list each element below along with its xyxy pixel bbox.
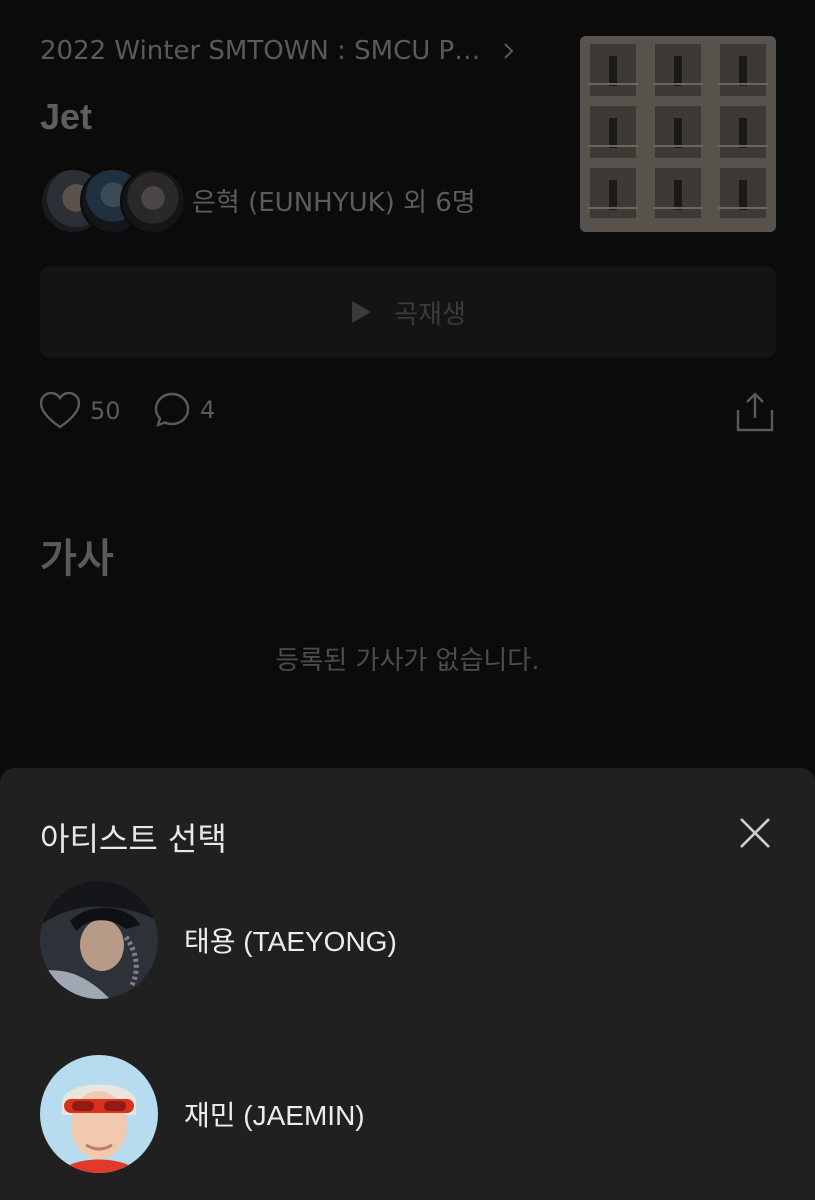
artist-avatar [40, 1055, 158, 1173]
play-button-label: 곡재생 [394, 299, 466, 330]
share-icon[interactable] [736, 392, 774, 432]
like-button[interactable]: 50 [40, 392, 121, 430]
comment-button[interactable]: 4 [154, 392, 215, 428]
album-title: 2022 Winter SMTOWN : SMCU P… [40, 36, 481, 66]
no-lyrics-message: 등록된 가사가 없습니다. [275, 646, 540, 676]
artist-list-item[interactable]: 태용 (TAEYONG) [40, 880, 775, 1000]
lyrics-section-title: 가사 [40, 536, 114, 582]
heart-icon [40, 392, 80, 429]
artist-list-item[interactable]: 재민 (JAEMIN) [40, 1054, 775, 1174]
song-title: Jet [40, 96, 93, 137]
close-icon[interactable] [738, 816, 772, 850]
play-icon [352, 301, 372, 323]
artist-avatar-stack [40, 168, 186, 234]
album-cover[interactable] [580, 36, 776, 232]
comment-icon [154, 392, 190, 427]
comment-count: 4 [200, 396, 216, 424]
artist-summary[interactable]: 은혁 (EUNHYUK) 외 6명 [40, 168, 476, 234]
artist-select-sheet: 아티스트 선택 태용 (TAEYONG) 재민 (JAEMIN) [0, 768, 815, 1200]
album-link[interactable]: 2022 Winter SMTOWN : SMCU P… [40, 36, 516, 66]
artist-name: 재민 (JAEMIN) [184, 1100, 365, 1131]
sheet-title: 아티스트 선택 [40, 820, 227, 858]
artist-avatar [40, 881, 158, 999]
artist-summary-label: 은혁 (EUNHYUK) 외 6명 [192, 187, 476, 218]
play-button[interactable]: 곡재생 [40, 266, 776, 358]
chevron-right-icon [504, 43, 514, 59]
action-bar: 50 4 [40, 392, 776, 434]
like-count: 50 [90, 397, 121, 425]
artist-avatar [120, 168, 186, 234]
artist-name: 태용 (TAEYONG) [184, 926, 397, 957]
